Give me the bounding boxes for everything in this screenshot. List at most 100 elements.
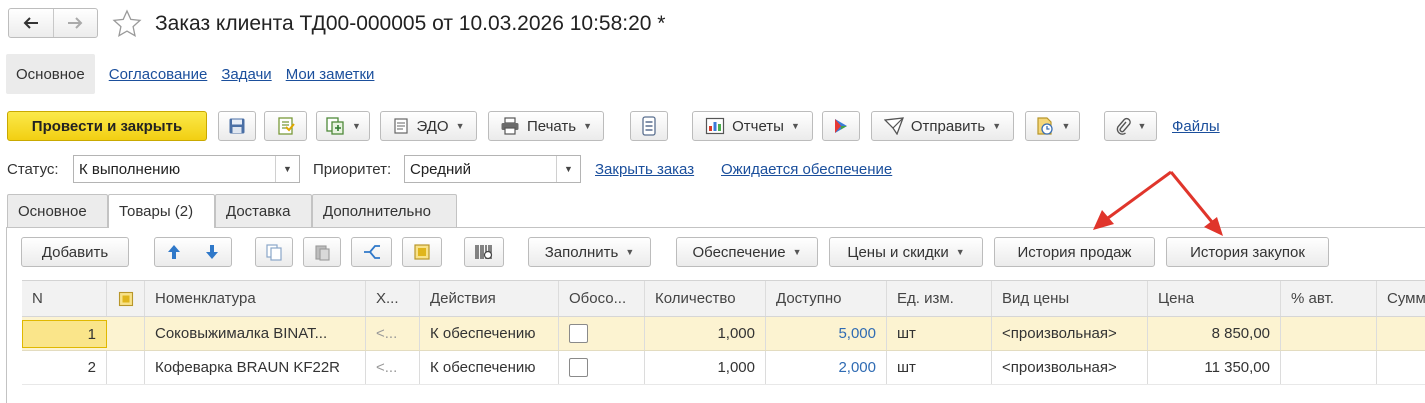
- dropdown-caret-icon: ▼: [790, 121, 800, 131]
- price-type[interactable]: <произвольная>: [992, 351, 1148, 384]
- edo-icon: [394, 118, 409, 134]
- available[interactable]: 5,000: [766, 317, 887, 350]
- files-link[interactable]: Файлы: [1172, 118, 1220, 135]
- tab-delivery[interactable]: Доставка: [215, 194, 312, 227]
- row-number[interactable]: 2: [22, 351, 107, 384]
- auto-discount[interactable]: [1281, 317, 1377, 350]
- quantity[interactable]: 1,000: [645, 351, 766, 384]
- col-icon[interactable]: [107, 281, 145, 316]
- tab-main[interactable]: Основное: [7, 194, 108, 227]
- arrow-right-icon: [68, 17, 83, 29]
- post-button[interactable]: [264, 111, 307, 141]
- arrow-down-icon[interactable]: [204, 243, 220, 261]
- send-button[interactable]: Отправить ▼: [871, 111, 1014, 141]
- dropdown-caret-icon: ▼: [792, 247, 802, 257]
- print-label: Печать: [526, 117, 577, 135]
- document-actions-button[interactable]: ▼: [1025, 111, 1080, 141]
- close-order-link[interactable]: Закрыть заказ: [595, 161, 694, 178]
- col-price-type[interactable]: Вид цены: [992, 281, 1148, 316]
- action[interactable]: К обеспечению: [420, 317, 559, 350]
- characteristic[interactable]: <...: [366, 317, 420, 350]
- col-available[interactable]: Доступно: [766, 281, 887, 316]
- section-notes[interactable]: Мои заметки: [286, 66, 375, 83]
- col-unit[interactable]: Ед. изм.: [887, 281, 992, 316]
- sum[interactable]: [1377, 317, 1425, 350]
- settings-grid-icon: [118, 291, 133, 306]
- priority-select[interactable]: Средний ▼: [404, 155, 581, 183]
- col-qty[interactable]: Количество: [645, 281, 766, 316]
- add-row-button[interactable]: Добавить: [21, 237, 129, 267]
- send-label: Отправить: [910, 117, 986, 135]
- reports-button[interactable]: Отчеты ▼: [692, 111, 813, 141]
- barcode-button[interactable]: [464, 237, 504, 267]
- split-row-button[interactable]: [351, 237, 392, 267]
- col-action[interactable]: Действия: [420, 281, 559, 316]
- price[interactable]: 8 850,00: [1148, 317, 1281, 350]
- arrow-up-icon[interactable]: [166, 243, 182, 261]
- priority-label: Приоритет:: [313, 161, 392, 178]
- section-nav: Основное Согласование Задачи Мои заметки: [6, 54, 374, 94]
- auto-discount[interactable]: [1281, 351, 1377, 384]
- services-icon: [835, 119, 847, 133]
- col-n[interactable]: N: [22, 281, 107, 316]
- col-separate[interactable]: Обосо...: [559, 281, 645, 316]
- print-button[interactable]: Печать ▼: [488, 111, 604, 141]
- col-price[interactable]: Цена: [1148, 281, 1281, 316]
- separate-checkbox[interactable]: [569, 358, 588, 377]
- sum[interactable]: [1377, 351, 1425, 384]
- paste-row-button[interactable]: [303, 237, 341, 267]
- tab-goods[interactable]: Товары (2): [108, 194, 215, 228]
- structure-button[interactable]: [630, 111, 668, 141]
- dropdown-caret-icon: ▼: [583, 121, 593, 131]
- forward-button[interactable]: [52, 9, 98, 37]
- attachments-button[interactable]: ▼: [1104, 111, 1157, 141]
- create-based-on-button[interactable]: ▼: [316, 111, 370, 141]
- back-button[interactable]: [9, 9, 53, 37]
- col-item[interactable]: Номенклатура: [145, 281, 366, 316]
- dropdown-caret-icon[interactable]: ▼: [275, 156, 299, 182]
- price-type[interactable]: <произвольная>: [992, 317, 1148, 350]
- col-characteristic[interactable]: Х...: [366, 281, 420, 316]
- section-tasks[interactable]: Задачи: [221, 66, 271, 83]
- status-select[interactable]: К выполнению ▼: [73, 155, 300, 183]
- save-button[interactable]: [218, 111, 256, 141]
- list-icon: [642, 116, 656, 136]
- unit[interactable]: шт: [887, 351, 992, 384]
- copy-row-button[interactable]: [255, 237, 293, 267]
- characteristic[interactable]: <...: [366, 351, 420, 384]
- tab-additional[interactable]: Дополнительно: [312, 194, 457, 227]
- settings-grid-icon: [414, 244, 430, 260]
- table-row[interactable]: 1 Соковыжималка BINAT... <... К обеспече…: [22, 317, 1425, 351]
- nav-arrows: [8, 8, 98, 38]
- col-auto-pct[interactable]: % авт.: [1281, 281, 1377, 316]
- dropdown-caret-icon[interactable]: ▼: [556, 156, 580, 182]
- row-number[interactable]: 1: [22, 320, 107, 348]
- quantity[interactable]: 1,000: [645, 317, 766, 350]
- item-name[interactable]: Кофеварка BRAUN KF22R: [145, 351, 366, 384]
- col-sum[interactable]: Сумм: [1377, 281, 1425, 316]
- favorite-star-icon[interactable]: [112, 9, 142, 39]
- unit[interactable]: шт: [887, 317, 992, 350]
- post-and-close-button[interactable]: Провести и закрыть: [7, 111, 207, 141]
- awaiting-provision-link[interactable]: Ожидается обеспечение: [721, 161, 892, 178]
- column-settings-button[interactable]: [402, 237, 442, 267]
- separate-checkbox[interactable]: [569, 324, 588, 343]
- price[interactable]: 11 350,00: [1148, 351, 1281, 384]
- table-row[interactable]: 2 Кофеварка BRAUN KF22R <... К обеспечен…: [22, 351, 1425, 385]
- move-row-buttons: [154, 237, 232, 267]
- action[interactable]: К обеспечению: [420, 351, 559, 384]
- reports-icon: [706, 117, 725, 135]
- available[interactable]: 2,000: [766, 351, 887, 384]
- item-name[interactable]: Соковыжималка BINAT...: [145, 317, 366, 350]
- dropdown-caret-icon: ▼: [1061, 121, 1071, 131]
- paper-plane-icon: [883, 117, 904, 135]
- section-main[interactable]: Основное: [6, 54, 95, 94]
- section-approval[interactable]: Согласование: [109, 66, 208, 83]
- services-button[interactable]: [822, 111, 860, 141]
- prices-discounts-button[interactable]: Цены и скидки ▼: [829, 237, 983, 267]
- goods-table: N Номенклатура Х... Действия Обосо... Ко…: [22, 280, 1425, 385]
- provision-button[interactable]: Обеспечение ▼: [676, 237, 818, 267]
- fill-button[interactable]: Заполнить ▼: [528, 237, 651, 267]
- edo-button[interactable]: ЭДО ▼: [380, 111, 477, 141]
- prices-discounts-label: Цены и скидки: [847, 243, 949, 261]
